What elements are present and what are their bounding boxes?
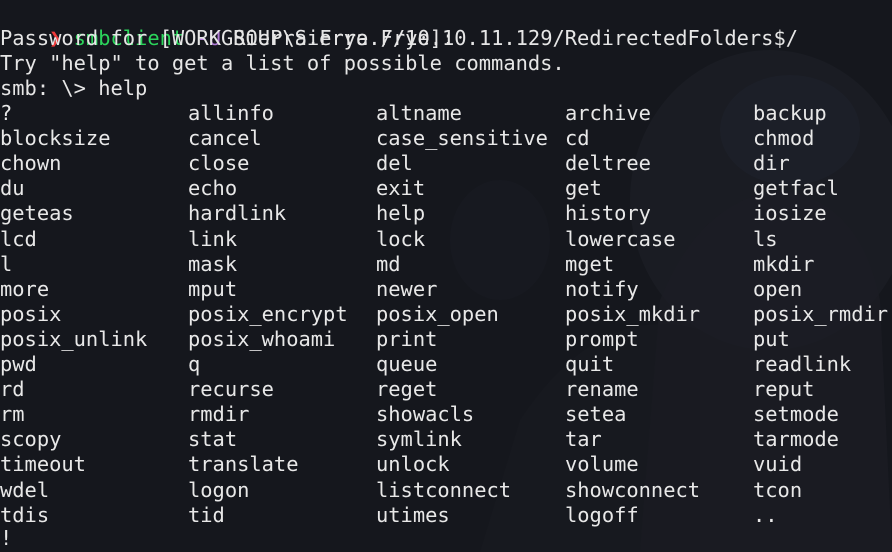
help-command-item: rmdir bbox=[188, 402, 250, 427]
help-command-item: reput bbox=[753, 377, 815, 402]
help-command-item: chmod bbox=[753, 126, 815, 151]
help-command-item: tdis bbox=[0, 502, 50, 527]
terminal-window[interactable]: ❯ smbclient -U Sierra.Frye //10.10.11.12… bbox=[0, 0, 892, 552]
help-command-item: posix bbox=[0, 301, 62, 326]
help-command-item: rd bbox=[0, 377, 25, 402]
help-command-item: setea bbox=[565, 402, 627, 427]
help-command-item: lock bbox=[376, 226, 426, 251]
help-command-item: q bbox=[188, 352, 201, 376]
help-command-item: case_sensitive bbox=[376, 126, 548, 151]
help-command-item: deltree bbox=[565, 151, 651, 176]
command-line: ❯ smbclient -U Sierra.Frye //10.10.11.12… bbox=[0, 1, 798, 50]
help-command-item: backup bbox=[753, 101, 827, 125]
help-command-item: allinfo bbox=[188, 101, 274, 125]
help-command-item: showconnect bbox=[565, 477, 701, 502]
help-command-item: unlock bbox=[376, 452, 450, 477]
help-command-item: l bbox=[0, 251, 13, 276]
help-command-item: mkdir bbox=[753, 251, 815, 276]
help-command-item: hardlink bbox=[188, 201, 287, 226]
help-command-item: newer bbox=[376, 276, 438, 301]
help-command-item: md bbox=[376, 251, 401, 276]
help-command-item: more bbox=[0, 276, 50, 301]
help-command-item: blocksize bbox=[0, 126, 111, 151]
help-command-item: put bbox=[753, 326, 790, 351]
help-command-item: listconnect bbox=[376, 477, 512, 502]
help-command-item: posix_whoami bbox=[188, 326, 336, 351]
help-command-item: lowercase bbox=[565, 226, 676, 251]
help-command-item: rename bbox=[565, 377, 639, 402]
help-command-item: posix_unlink bbox=[0, 326, 148, 351]
help-command-item: open bbox=[753, 276, 803, 301]
help-command-item: showacls bbox=[376, 402, 475, 427]
hint-line: Try "help" to get a list of possible com… bbox=[0, 51, 565, 75]
help-command-item: logoff bbox=[565, 502, 639, 527]
help-command-item: cd bbox=[565, 126, 590, 151]
help-command-item: rm bbox=[0, 402, 25, 427]
help-command-item: ls bbox=[753, 226, 778, 251]
help-command-item: du bbox=[0, 176, 25, 201]
help-command-item: tar bbox=[565, 427, 602, 452]
help-command-item: utimes bbox=[376, 502, 450, 527]
help-command-item: tid bbox=[188, 502, 225, 527]
help-command-item: recurse bbox=[188, 377, 274, 402]
help-command-item: getfacl bbox=[753, 176, 839, 201]
help-command-item: ? bbox=[0, 101, 13, 125]
help-command-item: stat bbox=[188, 427, 238, 452]
help-command-item: mget bbox=[565, 251, 615, 276]
help-command-item: symlink bbox=[376, 427, 462, 452]
help-command-item: lcd bbox=[0, 226, 37, 251]
password-line: Password for [WORKGROUP\Sierra.Frye]: bbox=[0, 26, 455, 50]
help-command-item: close bbox=[188, 151, 250, 176]
help-command-item: dir bbox=[753, 151, 790, 176]
help-command-item: cancel bbox=[188, 126, 262, 151]
help-command-item: get bbox=[565, 176, 602, 201]
help-command-item: translate bbox=[188, 452, 299, 477]
help-command-item: reget bbox=[376, 377, 438, 402]
help-command-item: vuid bbox=[753, 452, 803, 477]
help-command-item: print bbox=[376, 326, 438, 351]
help-command-item: readlink bbox=[753, 352, 852, 376]
help-command-item: geteas bbox=[0, 201, 74, 226]
help-command-item: help bbox=[376, 201, 426, 226]
help-command-item: echo bbox=[188, 176, 238, 201]
help-command-item: mask bbox=[188, 251, 238, 276]
help-command-item: queue bbox=[376, 352, 438, 376]
help-command-item: exit bbox=[376, 176, 426, 201]
help-command-item: mput bbox=[188, 276, 238, 301]
help-command-item: timeout bbox=[0, 452, 86, 477]
help-command-item: posix_encrypt bbox=[188, 301, 348, 326]
help-command-item: altname bbox=[376, 101, 462, 125]
smb-prompt-line: smb: \> help bbox=[0, 76, 148, 100]
help-command-item: posix_mkdir bbox=[565, 301, 701, 326]
help-command-item: posix_rmdir bbox=[753, 301, 889, 326]
help-command-item: setmode bbox=[753, 402, 839, 427]
help-command-item: link bbox=[188, 226, 238, 251]
help-command-item: archive bbox=[565, 101, 651, 125]
help-command-item: chown bbox=[0, 151, 62, 176]
help-command-item: scopy bbox=[0, 427, 62, 452]
help-command-item: tcon bbox=[753, 477, 803, 502]
help-command-item: iosize bbox=[753, 201, 827, 226]
final-line: ! bbox=[0, 526, 13, 550]
help-command-item: prompt bbox=[565, 326, 639, 351]
help-command-item: .. bbox=[753, 502, 778, 527]
help-command-item: notify bbox=[565, 276, 639, 301]
help-command-item: volume bbox=[565, 452, 639, 477]
help-command-item: del bbox=[376, 151, 413, 176]
help-command-item: quit bbox=[565, 352, 615, 376]
help-command-item: pwd bbox=[0, 352, 37, 376]
help-command-item: posix_open bbox=[376, 301, 499, 326]
help-command-item: history bbox=[565, 201, 651, 226]
help-command-item: wdel bbox=[0, 477, 50, 502]
help-command-item: logon bbox=[188, 477, 250, 502]
help-command-item: tarmode bbox=[753, 427, 839, 452]
